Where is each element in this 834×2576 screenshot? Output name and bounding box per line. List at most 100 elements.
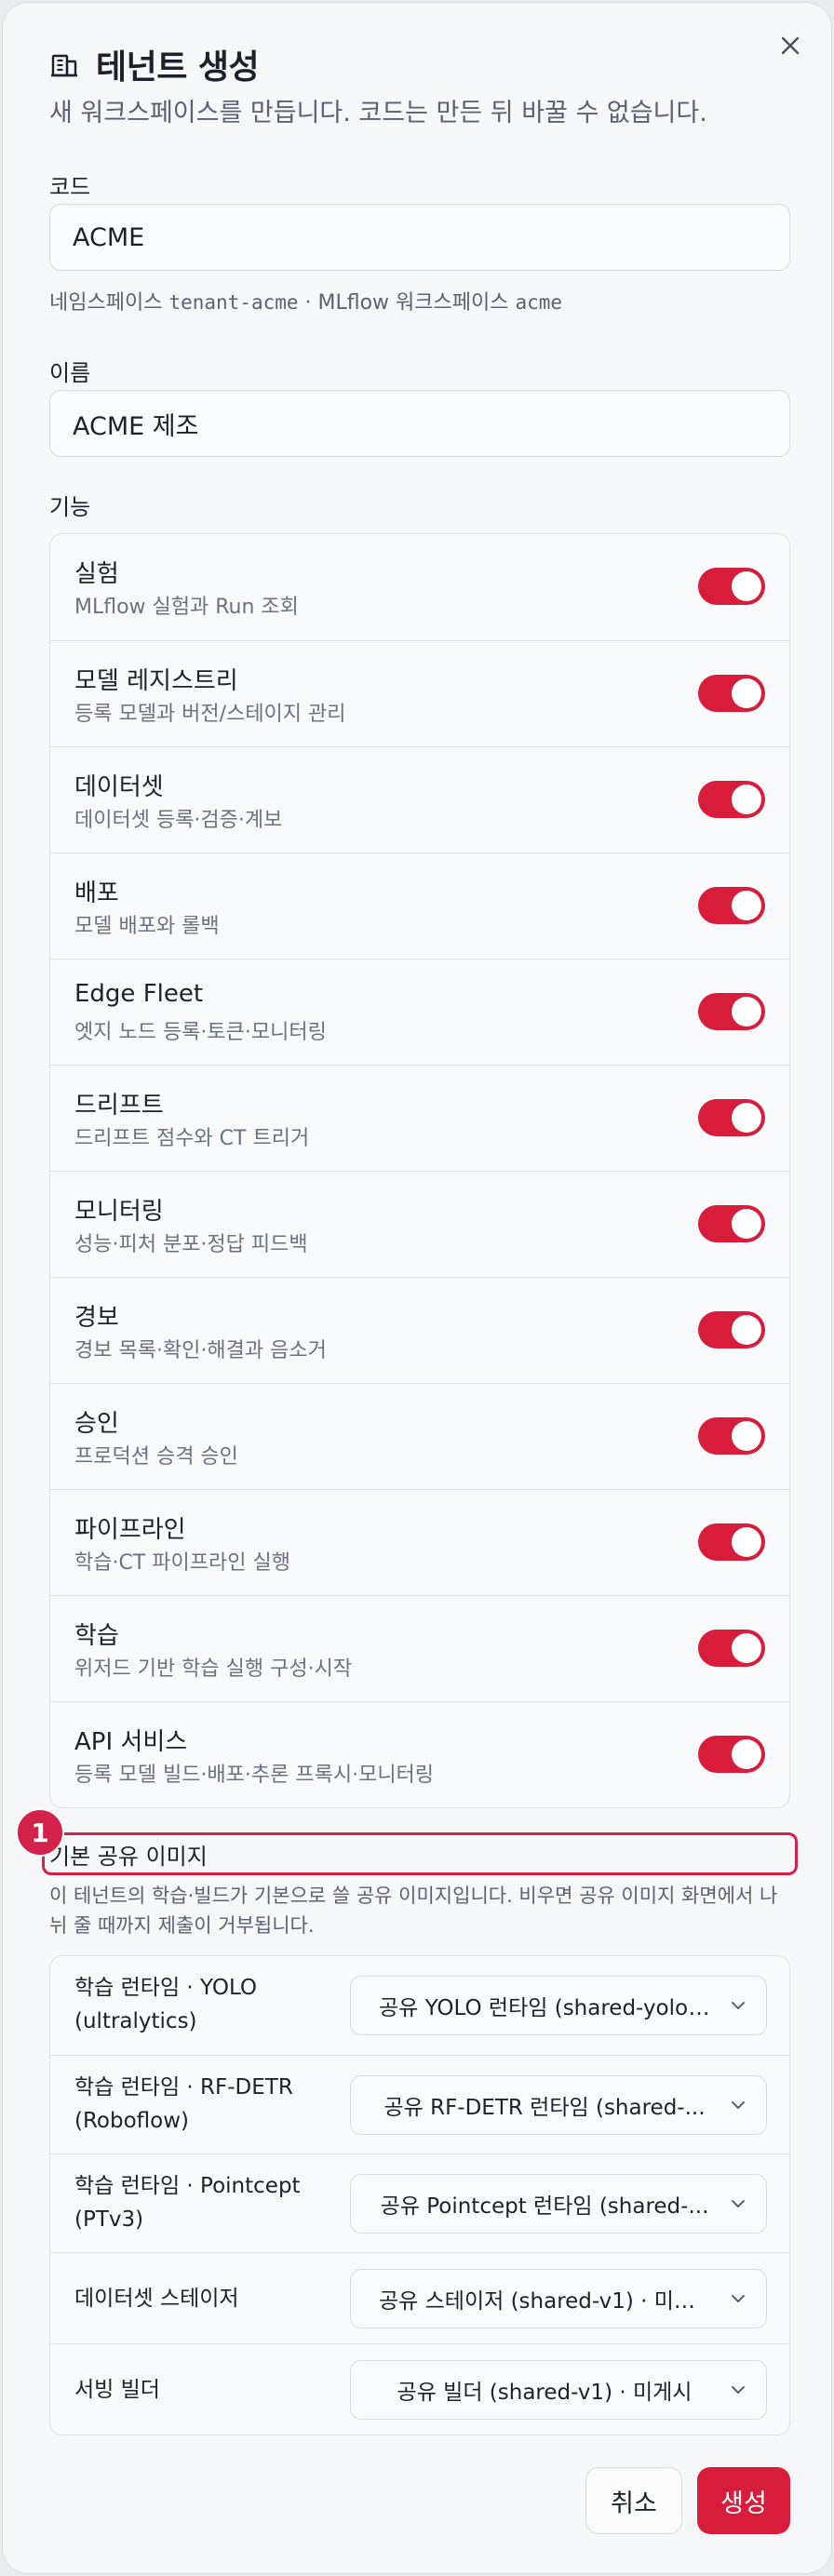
chevron-down-icon bbox=[710, 2076, 766, 2134]
toggle-knob bbox=[732, 1315, 761, 1345]
chevron-down-icon bbox=[710, 1977, 766, 2034]
feature-row: 파이프라인학습·CT 파이프라인 실행 bbox=[50, 1489, 789, 1595]
toggle-knob bbox=[732, 891, 761, 920]
shared-images-list: 학습 런타임 · YOLO (ultralytics) 공유 YOLO 런타임 (… bbox=[49, 1955, 790, 2435]
feature-row: 학습위저드 기반 학습 실행 구성·시작 bbox=[50, 1595, 789, 1701]
feature-name: 실험 bbox=[74, 560, 119, 588]
shared-images-desc: 이 테넌트의 학습·빌드가 기본으로 쓸 공유 이미지입니다. 비우면 공유 이… bbox=[49, 1885, 778, 1937]
feature-toggle[interactable] bbox=[698, 1630, 765, 1667]
feature-toggle[interactable] bbox=[698, 675, 765, 712]
shared-image-row: 학습 런타임 · RF-DETR (Roboflow) 공유 RF-DETR 런타… bbox=[50, 2055, 789, 2153]
shared-images-title: 기본 공유 이미지 bbox=[49, 1844, 208, 1870]
shared-image-select[interactable]: 공유 YOLO 런타임 (shared-yolo-... bbox=[350, 1976, 767, 2035]
feature-toggle[interactable] bbox=[698, 1099, 765, 1136]
shared-image-select[interactable]: 공유 Pointcept 런타임 (shared-... bbox=[350, 2174, 767, 2234]
annotation-badge: 1 bbox=[16, 1808, 64, 1857]
feature-desc: 등록 모델 빌드·배포·추론 프록시·모니터링 bbox=[74, 1764, 435, 1787]
toggle-knob bbox=[732, 1103, 761, 1133]
shared-image-row: 학습 런타임 · Pointcept (PTv3) 공유 Pointcept 런타… bbox=[50, 2153, 789, 2252]
feature-name: 파이프라인 bbox=[74, 1516, 186, 1544]
shared-image-label: 학습 런타임 · YOLO (ultralytics) bbox=[74, 1976, 258, 2033]
dialog-subtitle: 새 워크스페이스를 만듭니다. 코드는 만든 뒤 바꿀 수 없습니다. bbox=[49, 99, 707, 127]
chevron-down-icon bbox=[710, 2361, 766, 2419]
feature-toggle[interactable] bbox=[698, 1205, 765, 1242]
create-button[interactable]: 생성 bbox=[697, 2467, 790, 2534]
shared-image-label: 학습 런타임 · Pointcept (PTv3) bbox=[74, 2174, 301, 2232]
shared-image-row: 학습 런타임 · YOLO (ultralytics) 공유 YOLO 런타임 (… bbox=[50, 1956, 789, 2055]
feature-toggle[interactable] bbox=[698, 1417, 765, 1455]
feature-row: 모니터링성능·피처 분포·정답 피드백 bbox=[50, 1171, 789, 1277]
close-icon bbox=[781, 36, 800, 55]
toggle-knob bbox=[732, 1421, 761, 1451]
feature-toggle[interactable] bbox=[698, 568, 765, 605]
feature-toggle[interactable] bbox=[698, 1736, 765, 1773]
feature-name: 학습 bbox=[74, 1622, 119, 1650]
select-value: 공유 스테이저 (shared-v1) · 미게시 bbox=[379, 2289, 710, 2314]
toggle-knob bbox=[732, 1739, 761, 1769]
feature-row: 드리프트드리프트 점수와 CT 트리거 bbox=[50, 1065, 789, 1171]
feature-toggle[interactable] bbox=[698, 781, 765, 818]
cancel-button[interactable]: 취소 bbox=[585, 2467, 682, 2534]
shared-image-row: 서빙 빌더 공유 빌더 (shared-v1) · 미게시 bbox=[50, 2343, 789, 2435]
feature-toggle[interactable] bbox=[698, 1523, 765, 1561]
feature-desc: 등록 모델과 버전/스테이지 관리 bbox=[74, 703, 346, 726]
feature-row: Edge Fleet 엣지 노드 등록·토큰·모니터링 bbox=[50, 959, 789, 1065]
close-button[interactable] bbox=[772, 27, 809, 64]
select-value: 공유 빌더 (shared-v1) · 미게시 bbox=[397, 2381, 693, 2405]
feature-desc: 학습·CT 파이프라인 실행 bbox=[74, 1551, 290, 1575]
feature-desc: 경보 목록·확인·해결과 음소거 bbox=[74, 1339, 327, 1362]
toggle-knob bbox=[732, 1209, 761, 1239]
feature-row: 배포모델 배포와 롤백 bbox=[50, 852, 789, 959]
feature-desc: MLflow 실험과 Run 조회 bbox=[74, 596, 299, 619]
code-label: 코드 bbox=[49, 174, 91, 200]
feature-toggle[interactable] bbox=[698, 993, 765, 1030]
feature-name: 경보 bbox=[74, 1304, 119, 1332]
name-label: 이름 bbox=[49, 360, 91, 386]
feature-desc: 성능·피처 분포·정답 피드백 bbox=[74, 1233, 308, 1256]
feature-row: 승인프로덕션 승격 승인 bbox=[50, 1383, 789, 1489]
feature-row: 경보경보 목록·확인·해결과 음소거 bbox=[50, 1277, 789, 1383]
feature-desc: 모델 배포와 롤백 bbox=[74, 915, 220, 938]
shared-image-label: 데이터셋 스테이저 bbox=[74, 2287, 239, 2311]
shared-image-select[interactable]: 공유 RF-DETR 런타임 (shared-... bbox=[350, 2075, 767, 2135]
toggle-knob bbox=[732, 1527, 761, 1557]
create-tenant-dialog: 테넌트 생성 새 워크스페이스를 만듭니다. 코드는 만든 뒤 바꿀 수 없습니… bbox=[2, 2, 832, 2574]
building-icon bbox=[51, 54, 77, 77]
feature-desc: 위저드 기반 학습 실행 구성·시작 bbox=[74, 1657, 353, 1681]
shared-image-select[interactable]: 공유 빌더 (shared-v1) · 미게시 bbox=[350, 2360, 767, 2420]
feature-desc: 데이터셋 등록·검증·계보 bbox=[74, 809, 283, 832]
feature-name: 드리프트 bbox=[74, 1092, 164, 1120]
feature-name: Edge Fleet bbox=[74, 980, 204, 1008]
feature-name: 모니터링 bbox=[74, 1198, 164, 1226]
code-hint: 네임스페이스 tenant-acme · MLflow 워크스페이스 acme bbox=[49, 291, 563, 315]
features-label: 기능 bbox=[49, 494, 91, 520]
feature-toggle[interactable] bbox=[698, 887, 765, 924]
shared-image-label: 서빙 빌더 bbox=[74, 2378, 160, 2402]
toggle-knob bbox=[732, 997, 761, 1026]
name-input[interactable]: ACME 제조 bbox=[49, 390, 790, 457]
feature-desc: 엣지 노드 등록·토큰·모니터링 bbox=[74, 1021, 327, 1044]
feature-desc: 드리프트 점수와 CT 트리거 bbox=[74, 1127, 310, 1150]
feature-name: API 서비스 bbox=[74, 1728, 188, 1756]
feature-desc: 프로덕션 승격 승인 bbox=[74, 1445, 238, 1469]
feature-toggle[interactable] bbox=[698, 1311, 765, 1348]
feature-name: 배포 bbox=[74, 879, 119, 907]
features-list: 실험 MLflow 실험과 Run 조회모델 레지스트리등록 모델과 버전/스테이… bbox=[49, 533, 790, 1808]
select-value: 공유 RF-DETR 런타임 (shared-... bbox=[383, 2096, 706, 2120]
code-input[interactable]: ACME bbox=[49, 204, 790, 271]
feature-name: 승인 bbox=[74, 1410, 119, 1438]
toggle-knob bbox=[732, 1633, 761, 1663]
shared-image-select[interactable]: 공유 스테이저 (shared-v1) · 미게시 bbox=[350, 2269, 767, 2328]
chevron-down-icon bbox=[710, 2270, 766, 2328]
toggle-knob bbox=[732, 678, 761, 708]
dialog-title: 테넌트 생성 bbox=[96, 48, 260, 87]
feature-row: 데이터셋데이터셋 등록·검증·계보 bbox=[50, 746, 789, 852]
feature-row: API 서비스등록 모델 빌드·배포·추론 프록시·모니터링 bbox=[50, 1701, 789, 1807]
feature-name: 모델 레지스트리 bbox=[74, 667, 238, 695]
select-value: 공유 YOLO 런타임 (shared-yolo-... bbox=[379, 1996, 710, 2020]
feature-row: 모델 레지스트리등록 모델과 버전/스테이지 관리 bbox=[50, 640, 789, 746]
toggle-knob bbox=[732, 571, 761, 601]
feature-name: 데이터셋 bbox=[74, 773, 164, 801]
feature-row: 실험 MLflow 실험과 Run 조회 bbox=[50, 534, 789, 640]
toggle-knob bbox=[732, 785, 761, 814]
